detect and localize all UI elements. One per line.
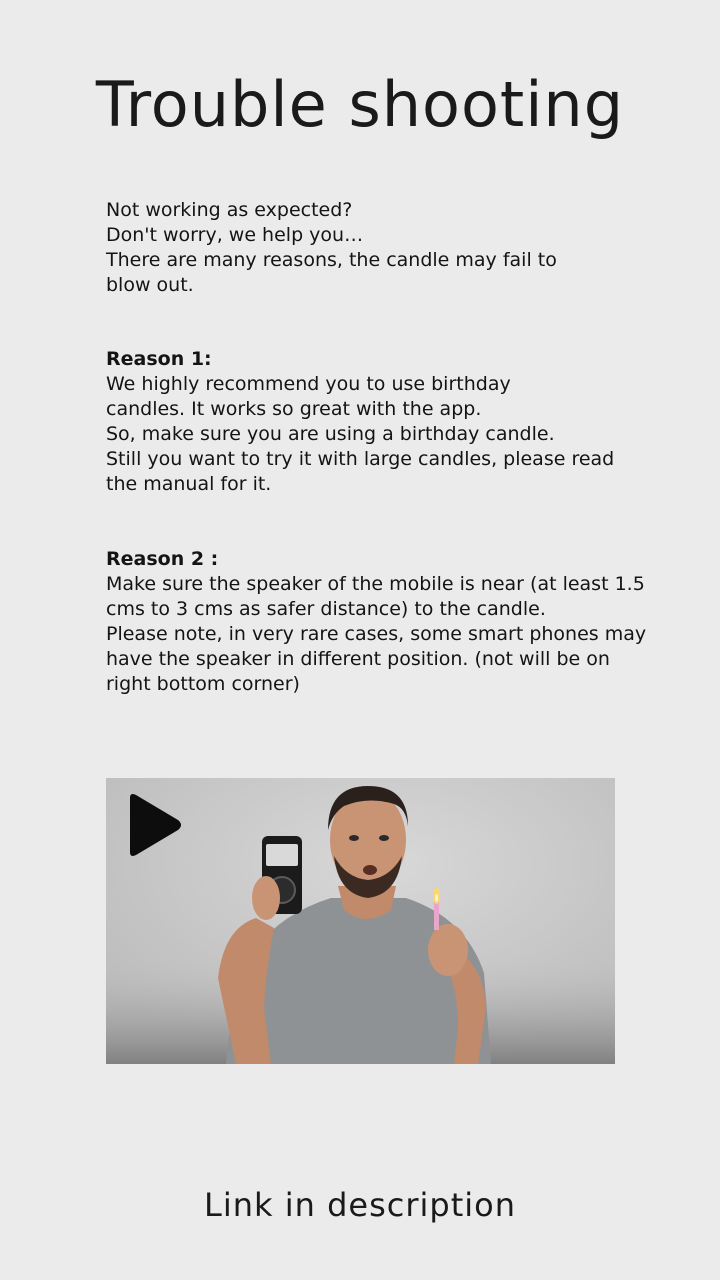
page-title: Trouble shooting xyxy=(95,68,625,141)
reason-2-line: Please note, in very rare cases, some sm… xyxy=(106,623,647,645)
reason-2-heading: Reason 2 : xyxy=(106,548,219,570)
link-in-description[interactable]: Link in description xyxy=(0,1186,720,1224)
reason-2-line: cms to 3 cms as safer distance) to the c… xyxy=(106,598,546,620)
reason-1-line: Still you want to try it with large cand… xyxy=(106,448,615,470)
reason-1-line: the manual for it. xyxy=(106,473,272,495)
reason-2-line: have the speaker in different position. … xyxy=(106,648,610,670)
intro-line: Not working as expected? xyxy=(106,199,353,221)
intro-line: blow out. xyxy=(106,274,194,296)
reason-2-line: right bottom corner) xyxy=(106,673,300,695)
reason-1-line: candles. It works so great with the app. xyxy=(106,398,482,420)
reason-1-heading: Reason 1: xyxy=(106,348,212,370)
reason-1-section: Reason 1: We highly recommend you to use… xyxy=(106,347,626,497)
play-icon[interactable] xyxy=(124,790,184,860)
intro-text: Not working as expected? Don't worry, we… xyxy=(106,198,626,298)
intro-line: Don't worry, we help you… xyxy=(106,224,364,246)
intro-line: There are many reasons, the candle may f… xyxy=(106,249,557,271)
video-player[interactable] xyxy=(106,778,615,1064)
reason-1-line: So, make sure you are using a birthday c… xyxy=(106,423,555,445)
reason-2-section: Reason 2 : Make sure the speaker of the … xyxy=(106,547,647,697)
reason-2-line: Make sure the speaker of the mobile is n… xyxy=(106,573,645,595)
reason-1-line: We highly recommend you to use birthday xyxy=(106,373,511,395)
